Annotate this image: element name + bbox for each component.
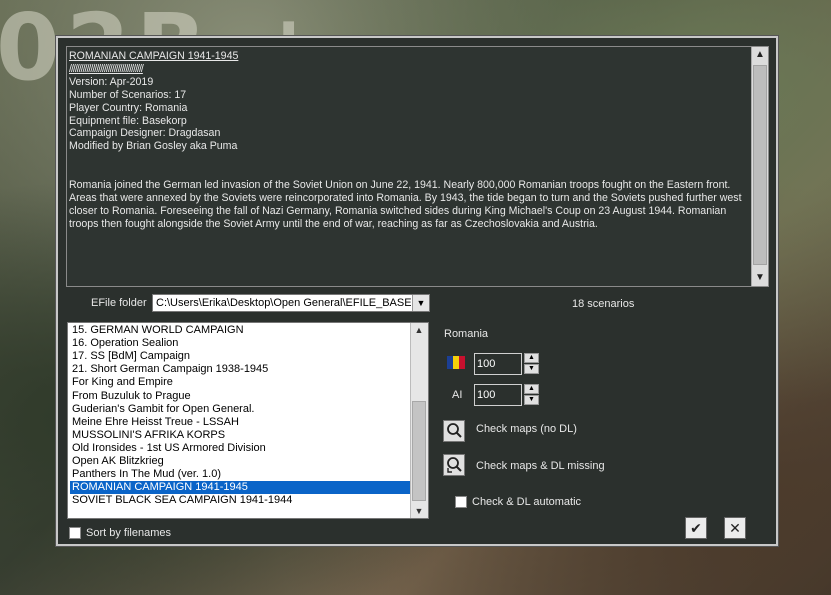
campaign-list-item[interactable]: Guderian's Gambit for Open General.	[70, 403, 412, 416]
sort-by-filenames-checkbox[interactable]	[69, 527, 81, 539]
efile-folder-value: C:\Users\Erika\Desktop\Open General\EFIL…	[156, 297, 411, 309]
spin-up-icon[interactable]: ▲	[524, 353, 539, 363]
cancel-button[interactable]: ✕	[724, 517, 746, 539]
spin-down-icon[interactable]: ▼	[524, 395, 539, 405]
list-scroll-down-icon[interactable]: ▼	[411, 506, 427, 516]
campaign-list-item[interactable]: Old Ironsides - 1st US Armored Division	[70, 442, 412, 455]
magnifier-download-icon	[447, 457, 462, 473]
scroll-thumb[interactable]	[753, 65, 767, 265]
player-country-line: Player Country: Romania	[69, 101, 188, 114]
checkmark-icon: ✔	[690, 520, 702, 536]
campaign-list-item[interactable]: 17. SS [BdM] Campaign	[70, 350, 412, 363]
check-maps-label: Check maps (no DL)	[476, 423, 577, 435]
campaign-list-item[interactable]: 15. GERMAN WORLD CAMPAIGN	[70, 324, 412, 337]
list-scroll-up-icon[interactable]: ▲	[411, 325, 427, 335]
campaign-list-item[interactable]: Panthers In The Mud (ver. 1.0)	[70, 468, 412, 481]
check-maps-button[interactable]	[443, 420, 465, 442]
campaign-list-item[interactable]: SOVIET BLACK SEA CAMPAIGN 1941-1944	[70, 494, 412, 507]
campaign-list-item[interactable]: Meine Ehre Heisst Treue - LSSAH	[70, 416, 412, 429]
campaign-list[interactable]: 15. GERMAN WORLD CAMPAIGN 16. Operation S…	[67, 322, 429, 519]
check-maps-dl-button[interactable]	[443, 454, 465, 476]
campaign-list-item[interactable]: MUSSOLINI'S AFRIKA KORPS	[70, 429, 412, 442]
campaign-list-item[interactable]: 21. Short German Campaign 1938-1945	[70, 363, 412, 376]
campaign-list-item[interactable]: For King and Empire	[70, 376, 412, 389]
list-scroll-thumb[interactable]	[412, 401, 426, 501]
chevron-down-icon[interactable]: ▼	[412, 295, 429, 311]
campaign-list-scrollbar[interactable]: ▲ ▼	[410, 323, 428, 518]
ai-strength-spinner[interactable]: 100 ▲ ▼	[474, 384, 540, 406]
info-scrollbar[interactable]: ▲ ▼	[751, 47, 768, 286]
campaign-info-text: ROMANIAN CAMPAIGN 1941-1945 ////////////…	[69, 50, 749, 231]
efile-folder-select[interactable]: C:\Users\Erika\Desktop\Open General\EFIL…	[152, 294, 430, 312]
spin-down-icon[interactable]: ▼	[524, 364, 539, 374]
magnifier-icon	[447, 423, 462, 438]
sort-by-filenames-label: Sort by filenames	[86, 527, 171, 539]
player-strength-spinner[interactable]: 100 ▲ ▼	[474, 353, 540, 375]
campaign-title: ROMANIAN CAMPAIGN 1941-1945	[69, 50, 239, 62]
check-dl-automatic-label: Check & DL automatic	[472, 496, 582, 508]
modified-line: Modified by Brian Gosley aka Puma	[69, 140, 238, 153]
scroll-down-arrow-icon[interactable]: ▼	[752, 270, 768, 286]
campaign-list-item[interactable]: ROMANIAN CAMPAIGN 1941-1945	[70, 481, 412, 495]
ok-button[interactable]: ✔	[685, 517, 707, 539]
close-icon: ✕	[729, 520, 741, 536]
romania-flag-icon	[447, 356, 465, 369]
equipment-line: Equipment file: Basekorp	[69, 114, 187, 127]
version-line: Version: Apr-2019	[69, 75, 154, 88]
check-maps-dl-label: Check maps & DL missing	[476, 460, 605, 472]
title-hatch: //////////////////////////////////////	[69, 62, 144, 75]
scenario-count: 18 scenarios	[572, 298, 635, 310]
efile-folder-label: EFile folder	[91, 297, 147, 309]
player-country-name: Romania	[444, 328, 489, 340]
ai-label: AI	[452, 389, 463, 401]
check-dl-automatic-checkbox[interactable]	[455, 496, 467, 508]
campaign-dialog: ROMANIAN CAMPAIGN 1941-1945 ////////////…	[56, 36, 778, 546]
scenario-count-line: Number of Scenarios: 17	[69, 88, 187, 101]
ai-strength-input[interactable]: 100	[474, 384, 522, 406]
campaign-list-item[interactable]: Open AK Blitzkrieg	[70, 455, 412, 468]
spin-up-icon[interactable]: ▲	[524, 384, 539, 394]
scroll-up-arrow-icon[interactable]: ▲	[752, 47, 768, 63]
player-strength-input[interactable]: 100	[474, 353, 522, 375]
campaign-info-panel: ROMANIAN CAMPAIGN 1941-1945 ////////////…	[66, 46, 769, 287]
campaign-list-item[interactable]: From Buzuluk to Prague	[70, 390, 412, 403]
designer-line: Campaign Designer: Dragdasan	[69, 127, 221, 140]
campaign-list-item[interactable]: 16. Operation Sealion	[70, 337, 412, 350]
campaign-description: Romania joined the German led invasion o…	[69, 179, 742, 230]
